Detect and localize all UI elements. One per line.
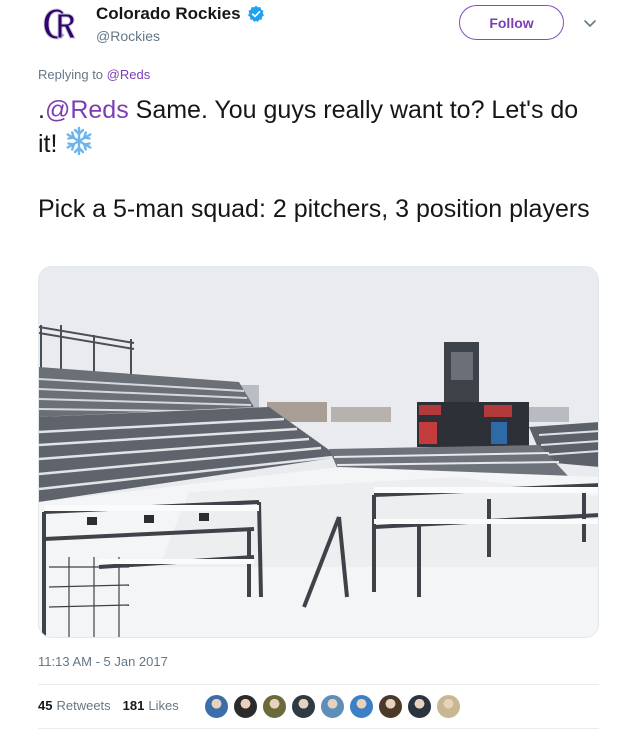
likes-count: 181 xyxy=(122,698,145,713)
liker-avatars xyxy=(204,694,461,719)
author-handle[interactable]: @Rockies xyxy=(96,28,160,44)
divider xyxy=(38,728,599,729)
retweets-count: 45 xyxy=(38,698,53,713)
follow-button[interactable]: Follow xyxy=(459,5,564,40)
tweet-mention-link[interactable]: @Reds xyxy=(45,96,129,124)
verified-badge-icon xyxy=(247,5,265,23)
tweet-timestamp[interactable]: 11:13 AM - 5 Jan 2017 xyxy=(38,654,168,669)
author-name-row[interactable]: Colorado Rockies xyxy=(96,4,265,24)
replying-to-label: Replying to xyxy=(38,67,107,82)
retweets-label: Retweets xyxy=(56,698,111,713)
liker-avatar-9[interactable] xyxy=(436,694,461,719)
liker-avatar-3[interactable] xyxy=(262,694,287,719)
tweet-stats: 45 Retweets 181 Likes xyxy=(38,698,191,713)
replying-to-mention[interactable]: @Reds xyxy=(107,67,151,82)
likes-label: Likes xyxy=(148,698,179,713)
liker-avatar-6[interactable] xyxy=(349,694,374,719)
tweet-text: .@Reds Same. You guys really want to? Le… xyxy=(38,94,598,164)
tweet-header: Colorado Rockies @Rockies Follow xyxy=(0,0,636,60)
liker-avatar-1[interactable] xyxy=(204,694,229,719)
snowy-stadium-image xyxy=(39,267,598,637)
rockies-logo-avatar[interactable] xyxy=(38,2,82,46)
rockies-logo-icon xyxy=(43,8,76,40)
author-display-name[interactable]: Colorado Rockies xyxy=(96,4,241,24)
tweet-text-paragraph-2: Pick a 5-man squad: 2 pitchers, 3 positi… xyxy=(38,195,590,223)
replying-to: Replying to @Reds xyxy=(38,67,150,82)
divider xyxy=(38,684,599,685)
likes-stat[interactable]: 181 Likes xyxy=(123,698,191,713)
retweets-stat[interactable]: 45 Retweets xyxy=(38,698,123,713)
liker-avatar-8[interactable] xyxy=(407,694,432,719)
liker-avatar-2[interactable] xyxy=(233,694,258,719)
chevron-down-icon[interactable] xyxy=(581,14,599,32)
liker-avatar-5[interactable] xyxy=(320,694,345,719)
liker-avatar-7[interactable] xyxy=(378,694,403,719)
tweet-photo[interactable] xyxy=(38,266,599,638)
liker-avatar-4[interactable] xyxy=(291,694,316,719)
snowflake-icon xyxy=(64,126,94,164)
tweet-text-prefix: . xyxy=(38,96,45,124)
